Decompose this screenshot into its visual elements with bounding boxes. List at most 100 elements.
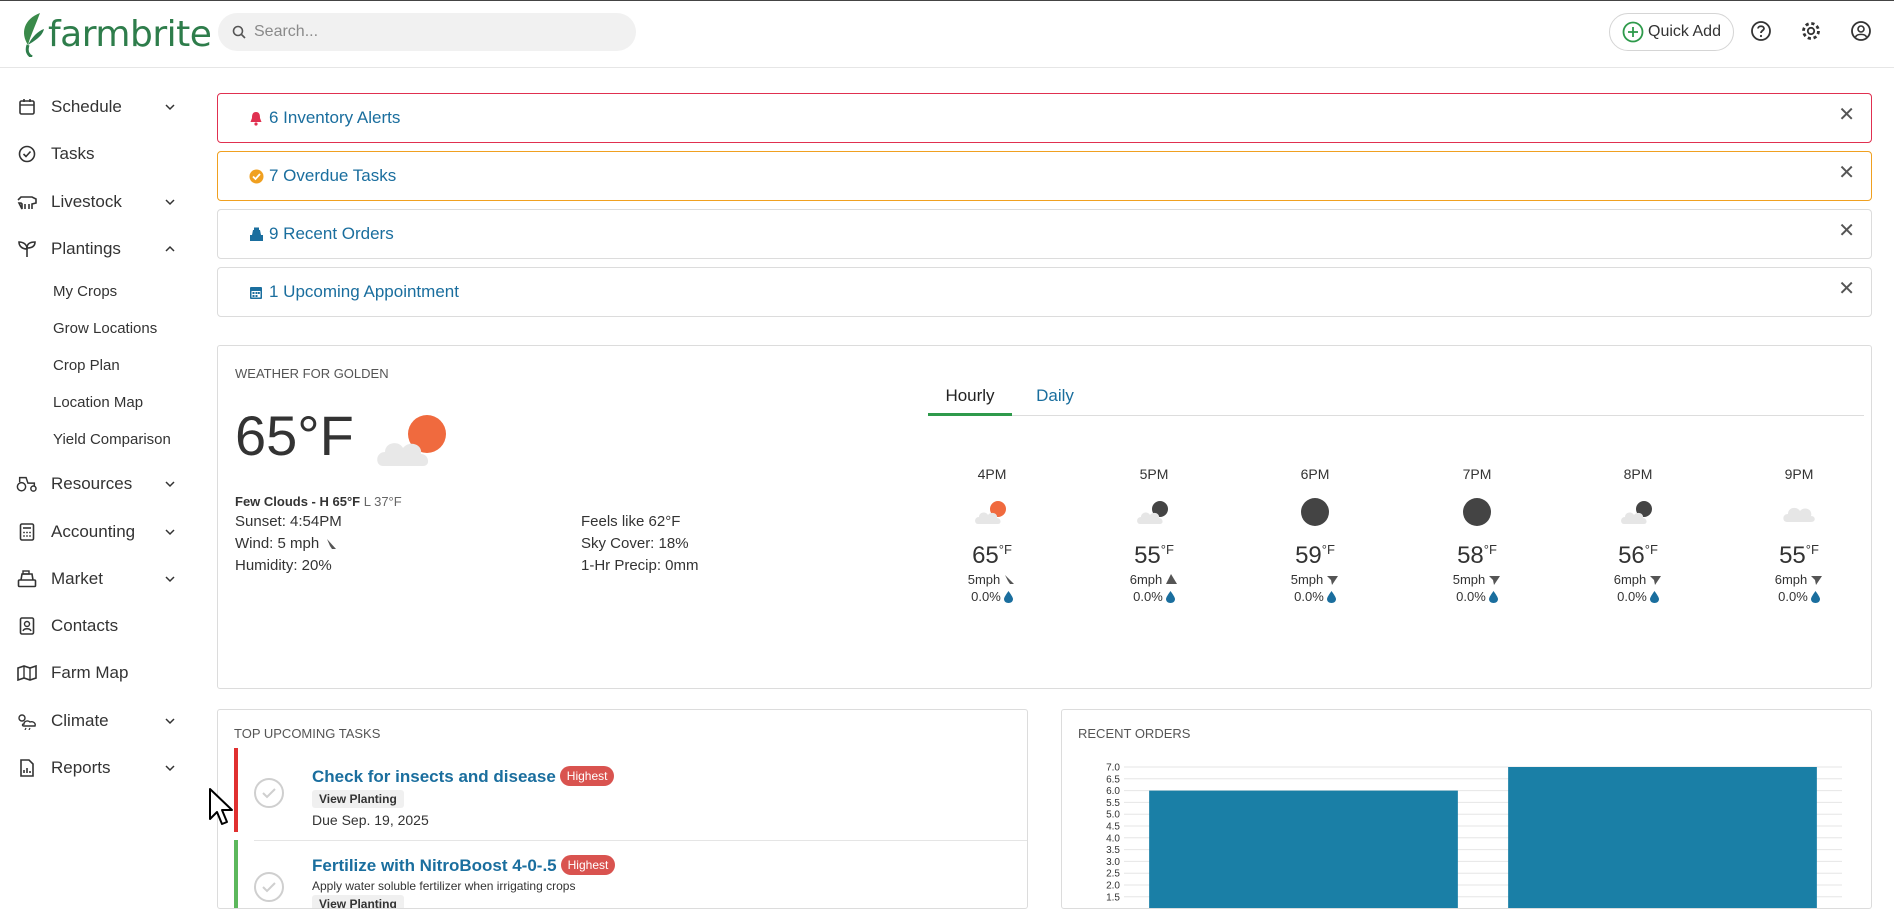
- hour-temp-unit: °F: [998, 542, 1012, 557]
- close-icon[interactable]: ✕: [1838, 102, 1855, 127]
- sidebar-item-climate[interactable]: Climate: [0, 701, 200, 741]
- cash-register-icon: [16, 568, 38, 590]
- hourly-forecast-4pm: 4PM 65°F 5mph 0.0%: [952, 466, 1032, 604]
- hour-precip: 0.0%: [1759, 589, 1839, 604]
- sidebar-item-farm-map[interactable]: Farm Map: [0, 653, 200, 693]
- sidebar-item-label: Schedule: [51, 97, 122, 116]
- hourly-forecast-8pm: 8PM 56°F 6mph 0.0%: [1598, 466, 1678, 604]
- cow-icon: [16, 191, 38, 213]
- help-icon[interactable]: [1747, 17, 1775, 45]
- close-icon[interactable]: ✕: [1838, 276, 1855, 301]
- farmbrite-logo[interactable]: farmbrite: [20, 9, 212, 59]
- sunset-text: Sunset: 4:54PM: [235, 513, 342, 530]
- close-icon[interactable]: ✕: [1838, 218, 1855, 243]
- complete-task-button[interactable]: [254, 778, 284, 808]
- hour-temp-unit: °F: [1805, 542, 1819, 557]
- sidebar-item-accounting[interactable]: Accounting: [0, 512, 200, 552]
- sidebar-item-reports[interactable]: Reports: [0, 748, 200, 788]
- overdue-tasks-banner[interactable]: 7 Overdue Tasks ✕: [217, 151, 1872, 201]
- wind-direction-icon: [1811, 576, 1823, 585]
- weather-icon: [16, 710, 38, 732]
- moon-icon: [1301, 498, 1329, 526]
- calendar-icon: [16, 96, 38, 118]
- sidebar-subitem-yield-comparison[interactable]: Yield Comparison: [53, 431, 171, 448]
- y-tick-label: 6.0: [1106, 786, 1120, 797]
- weather-summary: Few Clouds - H 65°F L 37°F: [235, 494, 402, 509]
- hour-wind-value: 6mph: [1129, 572, 1163, 587]
- inventory-alerts-banner[interactable]: 6 Inventory Alerts ✕: [217, 93, 1872, 143]
- chart-bar[interactable]: [1508, 767, 1817, 909]
- hour-temp-unit: °F: [1483, 542, 1497, 557]
- recent-orders-banner[interactable]: 9 Recent Orders ✕: [217, 209, 1872, 259]
- tab-daily[interactable]: Daily: [1025, 386, 1085, 416]
- raindrop-icon: [1165, 590, 1175, 603]
- quick-add-button[interactable]: Quick Add: [1609, 13, 1734, 51]
- hour-time: 7PM: [1462, 466, 1492, 482]
- search-bar[interactable]: [218, 13, 636, 51]
- chart-bar[interactable]: [1149, 790, 1458, 909]
- cash-register-icon: [248, 226, 264, 242]
- hour-temp: 58°F: [1437, 542, 1517, 570]
- orders-bar-chart: 7.06.56.05.55.04.54.03.53.02.52.01.5: [1106, 763, 1842, 909]
- view-planting-button[interactable]: View Planting: [312, 790, 404, 808]
- sidebar-subitem-location-map[interactable]: Location Map: [53, 394, 143, 411]
- hour-time: 9PM: [1784, 466, 1814, 482]
- sidebar-subitem-my-crops[interactable]: My Crops: [53, 283, 117, 300]
- hour-wind-value: 5mph: [1452, 572, 1486, 587]
- hour-precip: 0.0%: [952, 589, 1032, 604]
- hour-temp: 55°F: [1114, 542, 1194, 570]
- sun-cloud-icon: [975, 501, 1006, 524]
- sidebar-item-tasks[interactable]: Tasks: [0, 134, 200, 174]
- sidebar-subitem-crop-plan[interactable]: Crop Plan: [53, 357, 120, 374]
- hour-precip: 0.0%: [1437, 589, 1517, 604]
- hour-time: 6PM: [1300, 466, 1330, 482]
- recent-orders-card: RECENT ORDERS 7.0 6.5 6.0 5.5 5.0 4.5 4.0 3.5 3.…: [1061, 709, 1872, 909]
- upcoming-appointment-banner[interactable]: 1 Upcoming Appointment ✕: [217, 267, 1872, 317]
- sidebar-item-label: Market: [51, 569, 103, 588]
- sidebar-item-plantings[interactable]: Plantings: [0, 229, 200, 269]
- close-icon[interactable]: ✕: [1838, 160, 1855, 185]
- check-badge-icon: [248, 168, 264, 184]
- sidebar-item-market[interactable]: Market: [0, 559, 200, 599]
- task-item: Check for insects and disease Highest Vie…: [234, 748, 1027, 841]
- task-title-text[interactable]: Fertilize with NitroBoost 4-0-.5: [312, 856, 557, 875]
- raindrop-icon: [1326, 590, 1336, 603]
- tab-hourly[interactable]: Hourly: [928, 386, 1012, 416]
- sidebar-subitem-grow-locations[interactable]: Grow Locations: [53, 320, 157, 337]
- bell-icon: [248, 110, 264, 126]
- sidebar-item-schedule[interactable]: Schedule: [0, 87, 200, 127]
- hour-wind: 5mph: [1437, 572, 1517, 587]
- hour-precip: 0.0%: [1114, 589, 1194, 604]
- sidebar-item-livestock[interactable]: Livestock: [0, 182, 200, 222]
- leaf-logo-icon: [24, 13, 44, 57]
- gear-icon[interactable]: [1797, 17, 1825, 45]
- hour-precip-value: 0.0%: [1617, 589, 1647, 604]
- hourly-forecast-6pm: 6PM 59°F 5mph 0.0%: [1275, 466, 1355, 604]
- wind-direction-icon: [1005, 575, 1015, 584]
- weather-card: WEATHER FOR GOLDEN 65°F Few Clouds - H 6…: [217, 345, 1872, 689]
- hour-temp: 65°F: [952, 542, 1032, 570]
- chevron-down-icon: [165, 529, 175, 536]
- hour-temp-unit: °F: [1644, 542, 1658, 557]
- hour-wind-value: 5mph: [967, 572, 1001, 587]
- weather-title: WEATHER FOR GOLDEN: [235, 366, 389, 381]
- task-title-text[interactable]: Check for insects and disease: [312, 767, 556, 786]
- wind-direction-icon: [1489, 576, 1501, 585]
- view-planting-button[interactable]: View Planting: [312, 895, 404, 908]
- sidebar-item-contacts[interactable]: Contacts: [0, 606, 200, 646]
- hour-temp-value: 56: [1618, 542, 1645, 569]
- y-tick-label: 3.5: [1106, 845, 1120, 856]
- sidebar-item-label: Contacts: [51, 616, 119, 635]
- raindrop-icon: [1003, 590, 1013, 603]
- y-tick-label: 4.0: [1106, 833, 1120, 844]
- complete-task-button[interactable]: [254, 872, 284, 902]
- task-title[interactable]: Fertilize with NitroBoost 4-0-.5 Highest: [312, 855, 616, 876]
- hourly-forecast-5pm: 5PM 55°F 6mph 0.0%: [1114, 466, 1194, 604]
- sidebar-item-resources[interactable]: Resources: [0, 464, 200, 504]
- top-bar: farmbrite Quick Add: [0, 0, 1894, 68]
- user-icon[interactable]: [1847, 17, 1875, 45]
- task-title[interactable]: Check for insects and disease Highest: [312, 766, 615, 787]
- sidebar-item-label: Reports: [51, 758, 111, 777]
- hour-temp-value: 65: [972, 542, 999, 569]
- search-input[interactable]: [254, 23, 624, 41]
